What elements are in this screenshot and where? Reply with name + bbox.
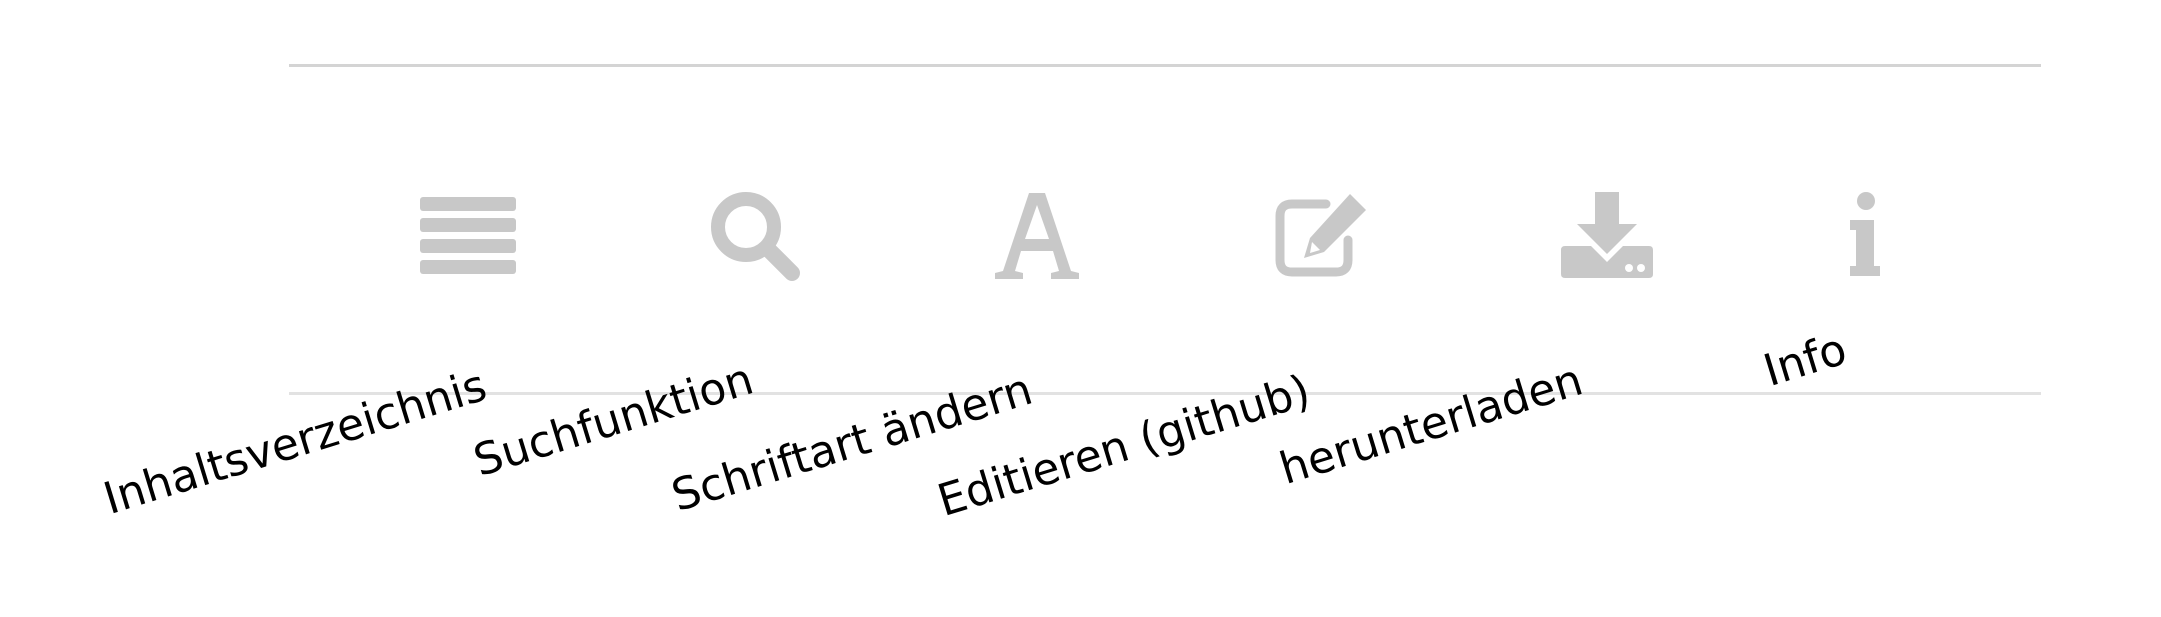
info-icon (1844, 192, 1884, 278)
font-button[interactable] (977, 180, 1097, 290)
info-button[interactable] (1804, 180, 1924, 290)
search-button[interactable] (694, 180, 814, 290)
top-divider (289, 64, 2041, 67)
caption-download: herunterladen (1273, 354, 1589, 495)
toc-button[interactable] (408, 180, 528, 290)
search-icon (706, 187, 802, 283)
edit-icon (1272, 190, 1372, 280)
font-icon (989, 187, 1085, 283)
caption-toc: Inhaltsverzeichnis (97, 360, 493, 525)
caption-info: Info (1757, 323, 1853, 397)
download-button[interactable] (1547, 180, 1667, 290)
download-icon (1559, 190, 1655, 280)
edit-button[interactable] (1262, 180, 1382, 290)
list-icon (420, 195, 516, 275)
